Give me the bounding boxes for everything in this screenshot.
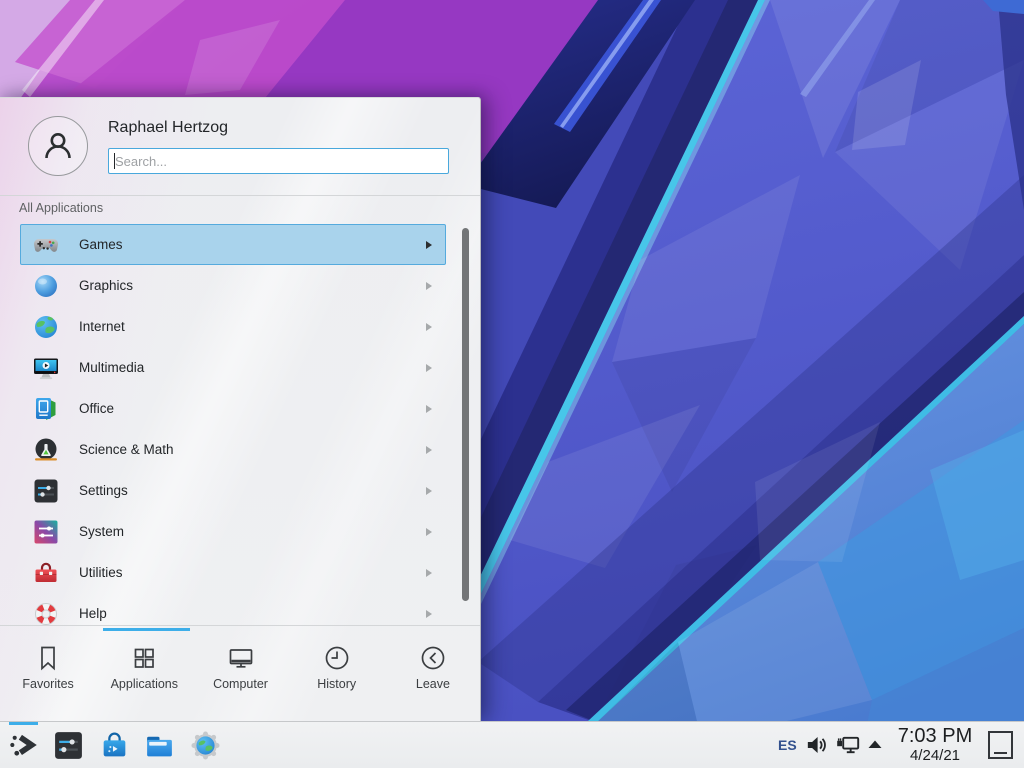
tab-history[interactable]: History: [289, 631, 385, 722]
expand-tray-icon[interactable]: [867, 739, 883, 749]
submenu-arrow-icon: [426, 528, 432, 536]
menu-item-label: Settings: [79, 483, 128, 498]
system-settings-button[interactable]: [52, 729, 85, 762]
search-input[interactable]: [108, 148, 449, 174]
menu-item-system[interactable]: System: [20, 511, 446, 552]
menu-item-settings[interactable]: Settings: [20, 470, 446, 511]
user-name: Raphael Hertzog: [108, 119, 228, 137]
tab-label: Computer: [213, 677, 268, 691]
file-manager-button[interactable]: [143, 729, 176, 762]
category-list: Games Graphics: [0, 224, 481, 625]
submenu-arrow-icon: [426, 487, 432, 495]
volume-icon[interactable]: [806, 734, 828, 756]
header-divider: [0, 195, 480, 196]
grid-icon: [129, 643, 159, 673]
text-caret: [114, 153, 115, 169]
lifebuoy-icon: [33, 601, 59, 626]
toolbox-icon: [33, 560, 59, 586]
tab-leave[interactable]: Leave: [385, 631, 481, 722]
submenu-arrow-icon: [426, 569, 432, 577]
submenu-arrow-icon: [426, 323, 432, 331]
menu-item-label: Office: [79, 401, 114, 416]
submenu-arrow-icon: [426, 282, 432, 290]
submenu-arrow-icon: [426, 405, 432, 413]
clock[interactable]: 7:03 PM 4/24/21: [885, 725, 985, 764]
menu-item-label: Games: [79, 237, 123, 252]
menu-item-label: Utilities: [79, 565, 123, 580]
tab-label: Favorites: [22, 677, 73, 691]
submenu-arrow-icon: [426, 446, 432, 454]
tab-favorites[interactable]: Favorites: [0, 631, 96, 722]
menu-item-games[interactable]: Games: [20, 224, 446, 265]
submenu-arrow-icon: [426, 364, 432, 372]
menu-item-multimedia[interactable]: Multimedia: [20, 347, 446, 388]
menu-item-label: Internet: [79, 319, 125, 334]
sliders-dark-icon: [33, 478, 59, 504]
desktop: Raphael Hertzog All Applications G: [0, 0, 1024, 768]
menu-item-label: Science & Math: [79, 442, 174, 457]
web-browser-button[interactable]: [189, 729, 222, 762]
launcher-active-indicator: [9, 722, 38, 725]
clock-time: 7:03 PM: [885, 725, 985, 748]
application-launcher-menu: Raphael Hertzog All Applications G: [0, 97, 481, 721]
menu-item-label: System: [79, 524, 124, 539]
gamepad-icon: [33, 232, 59, 258]
submenu-arrow-icon: [426, 610, 432, 618]
sliders-color-icon: [33, 519, 59, 545]
section-label: All Applications: [19, 201, 103, 215]
flask-icon: [33, 437, 59, 463]
app-launcher-button[interactable]: [8, 729, 41, 762]
show-desktop-button[interactable]: [988, 731, 1013, 759]
monitor-play-icon: [33, 355, 59, 381]
user-avatar[interactable]: [28, 116, 88, 176]
computer-icon: [226, 643, 256, 673]
history-clock-icon: [322, 643, 352, 673]
scrollbar-thumb[interactable]: [462, 228, 469, 601]
menu-item-graphics[interactable]: Graphics: [20, 265, 446, 306]
menu-item-internet[interactable]: Internet: [20, 306, 446, 347]
tab-applications[interactable]: Applications: [96, 631, 192, 722]
menu-item-label: Multimedia: [79, 360, 144, 375]
menu-item-science-math[interactable]: Science & Math: [20, 429, 446, 470]
documents-icon: [33, 396, 59, 422]
submenu-arrow-icon: [426, 241, 432, 249]
footer-tabs: Favorites Applications Computer: [0, 631, 481, 722]
menu-item-help[interactable]: Help: [20, 593, 446, 625]
menu-item-label: Help: [79, 606, 107, 621]
tab-computer[interactable]: Computer: [192, 631, 288, 722]
discover-store-button[interactable]: [98, 729, 131, 762]
tab-label: History: [317, 677, 356, 691]
footer-divider: [0, 625, 480, 626]
tab-label: Applications: [111, 677, 178, 691]
globe-icon: [33, 314, 59, 340]
sphere-icon: [33, 273, 59, 299]
menu-item-office[interactable]: Office: [20, 388, 446, 429]
menu-item-utilities[interactable]: Utilities: [20, 552, 446, 593]
search-field-wrap: [108, 148, 449, 174]
bookmark-icon: [33, 643, 63, 673]
leave-icon: [418, 643, 448, 673]
keyboard-layout-indicator[interactable]: ES: [778, 737, 797, 753]
user-avatar-icon: [38, 126, 78, 166]
clock-date: 4/24/21: [885, 748, 985, 764]
menu-item-label: Graphics: [79, 278, 133, 293]
tab-label: Leave: [416, 677, 450, 691]
taskbar: ES 7:03 PM 4/24/21: [0, 721, 1024, 768]
network-icon[interactable]: [836, 734, 860, 756]
